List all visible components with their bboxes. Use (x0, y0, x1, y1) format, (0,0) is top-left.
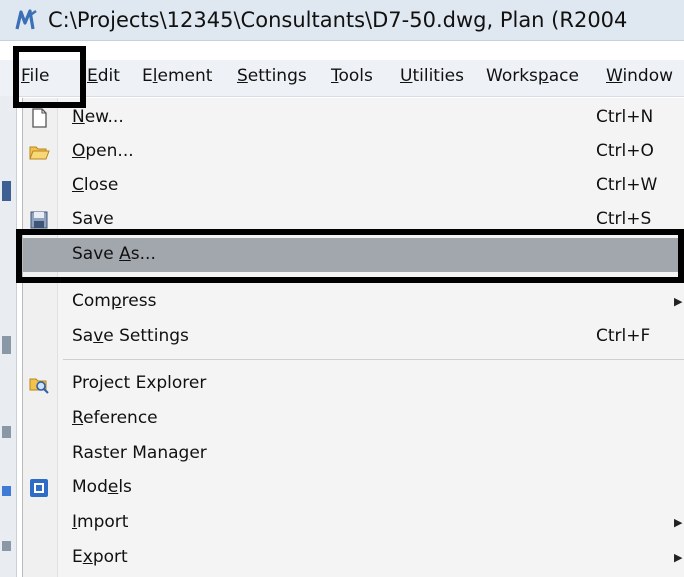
title-bar: C:\Projects\12345\Consultants\D7-50.dwg,… (0, 0, 684, 41)
shortcut-ctrl-w: Ctrl+W (596, 175, 658, 195)
toolbar-icon (2, 541, 11, 551)
shortcut-ctrl-f: Ctrl+F (596, 326, 651, 346)
app-left-toolbar-strip (0, 96, 17, 577)
menu-utilities[interactable]: Utilities (400, 66, 464, 86)
menu-item-export[interactable]: Export ▶ (23, 541, 684, 575)
menu-item-project-explorer[interactable]: Project Explorer (23, 367, 684, 401)
save-disk-icon (30, 211, 48, 229)
menu-item-import[interactable]: Import ▶ (23, 506, 684, 540)
submenu-arrow-icon: ▶ (674, 516, 683, 529)
submenu-arrow-icon: ▶ (674, 551, 683, 564)
menu-item-compress[interactable]: Compress ▶ (23, 285, 684, 319)
menu-element[interactable]: Element (142, 66, 212, 86)
submenu-arrow-icon: ▶ (674, 295, 683, 308)
toolbar-icon (2, 181, 11, 201)
menu-settings[interactable]: Settings (237, 66, 307, 86)
menu-edit[interactable]: Edit (87, 66, 120, 86)
toolbar-icon (2, 426, 11, 438)
menu-bar: File Edit Element Settings Tools Utiliti… (0, 60, 684, 97)
menu-item-save[interactable]: Save Ctrl+S (23, 203, 684, 237)
menu-separator (63, 359, 684, 360)
menu-window[interactable]: Window (606, 66, 673, 86)
menu-item-save-label: Save (72, 209, 114, 229)
new-document-icon (32, 108, 47, 128)
microstation-app-icon (15, 9, 37, 30)
menu-tools[interactable]: Tools (331, 66, 373, 86)
menu-item-models[interactable]: Models (23, 471, 684, 505)
menu-workspace[interactable]: Workspace (486, 66, 579, 86)
menu-item-save-as[interactable]: Save As... (23, 238, 684, 272)
project-explorer-icon (29, 378, 49, 394)
shortcut-ctrl-s: Ctrl+S (596, 209, 652, 229)
models-icon (30, 479, 48, 497)
menu-item-open[interactable]: Open... Ctrl+O (23, 135, 684, 169)
shortcut-ctrl-o: Ctrl+O (596, 141, 654, 161)
window-title: C:\Projects\12345\Consultants\D7-50.dwg,… (48, 8, 628, 32)
file-menu-dropdown: New... Ctrl+N Open... Ctrl+O Close Ctrl+… (22, 98, 684, 577)
menu-item-save-settings[interactable]: Save Settings Ctrl+F (23, 320, 684, 354)
menu-item-reference[interactable]: Reference (23, 402, 684, 436)
menu-item-raster-manager[interactable]: Raster Manager (23, 437, 684, 471)
open-folder-icon (29, 146, 50, 160)
menu-separator (63, 281, 684, 282)
menu-item-close[interactable]: Close Ctrl+W (23, 169, 684, 203)
toolbar-icon (2, 336, 11, 354)
toolbar-icon (2, 486, 11, 496)
menu-file[interactable]: File (21, 66, 49, 86)
shortcut-ctrl-n: Ctrl+N (596, 107, 654, 127)
menu-item-new[interactable]: New... Ctrl+N (23, 101, 684, 135)
